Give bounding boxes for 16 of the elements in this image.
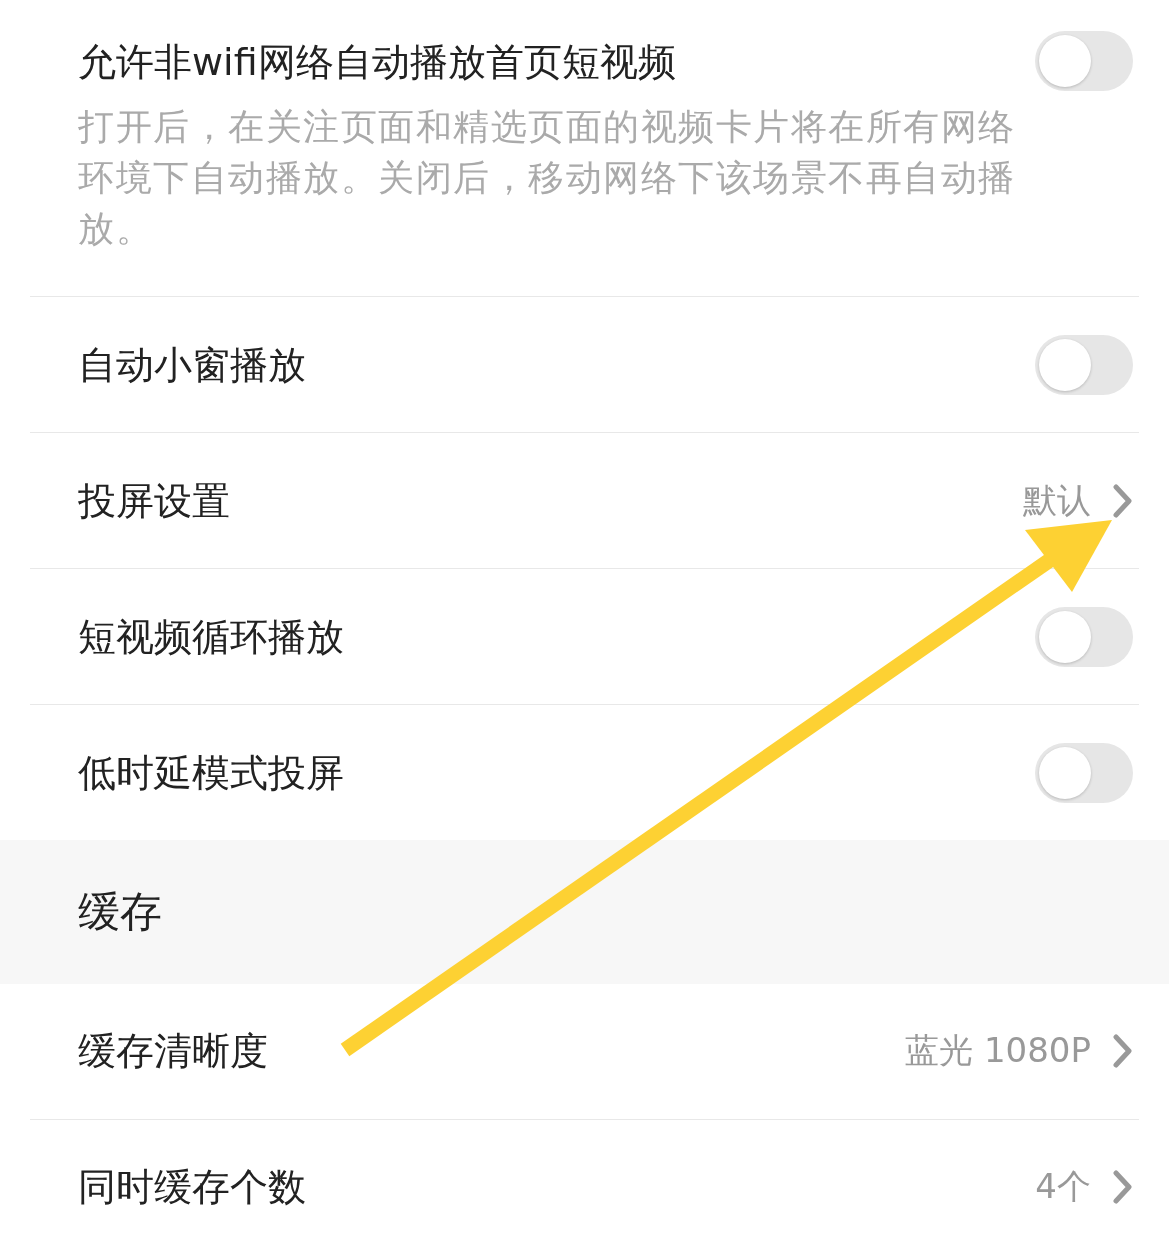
setting-label: 短视频循环播放 [78, 613, 345, 661]
chevron-right-icon[interactable] [1113, 483, 1133, 518]
setting-value: 默认 [1023, 478, 1091, 522]
setting-label: 缓存清晰度 [78, 1028, 269, 1075]
setting-value: 4个 [1035, 1165, 1091, 1208]
chevron-right-icon[interactable] [1113, 1170, 1133, 1204]
setting-label: 同时缓存个数 [78, 1164, 307, 1211]
section-title: 缓存 [78, 885, 162, 938]
toggle-switch[interactable] [1035, 31, 1133, 91]
chevron-right-icon[interactable] [1113, 1034, 1133, 1068]
setting-value: 蓝光 1080P [905, 1029, 1091, 1072]
setting-label: 允许非wifi网络自动播放首页短视频 [78, 39, 677, 86]
setting-label: 投屏设置 [78, 477, 231, 525]
setting-description: 打开后，在关注页面和精选页面的视频卡片将在所有网络环境下自动播放。关闭后，移动网络下该场景不再自动播放。 [78, 105, 1017, 251]
setting-label: 自动小窗播放 [78, 341, 307, 389]
setting-label: 低时延模式投屏 [78, 749, 345, 797]
